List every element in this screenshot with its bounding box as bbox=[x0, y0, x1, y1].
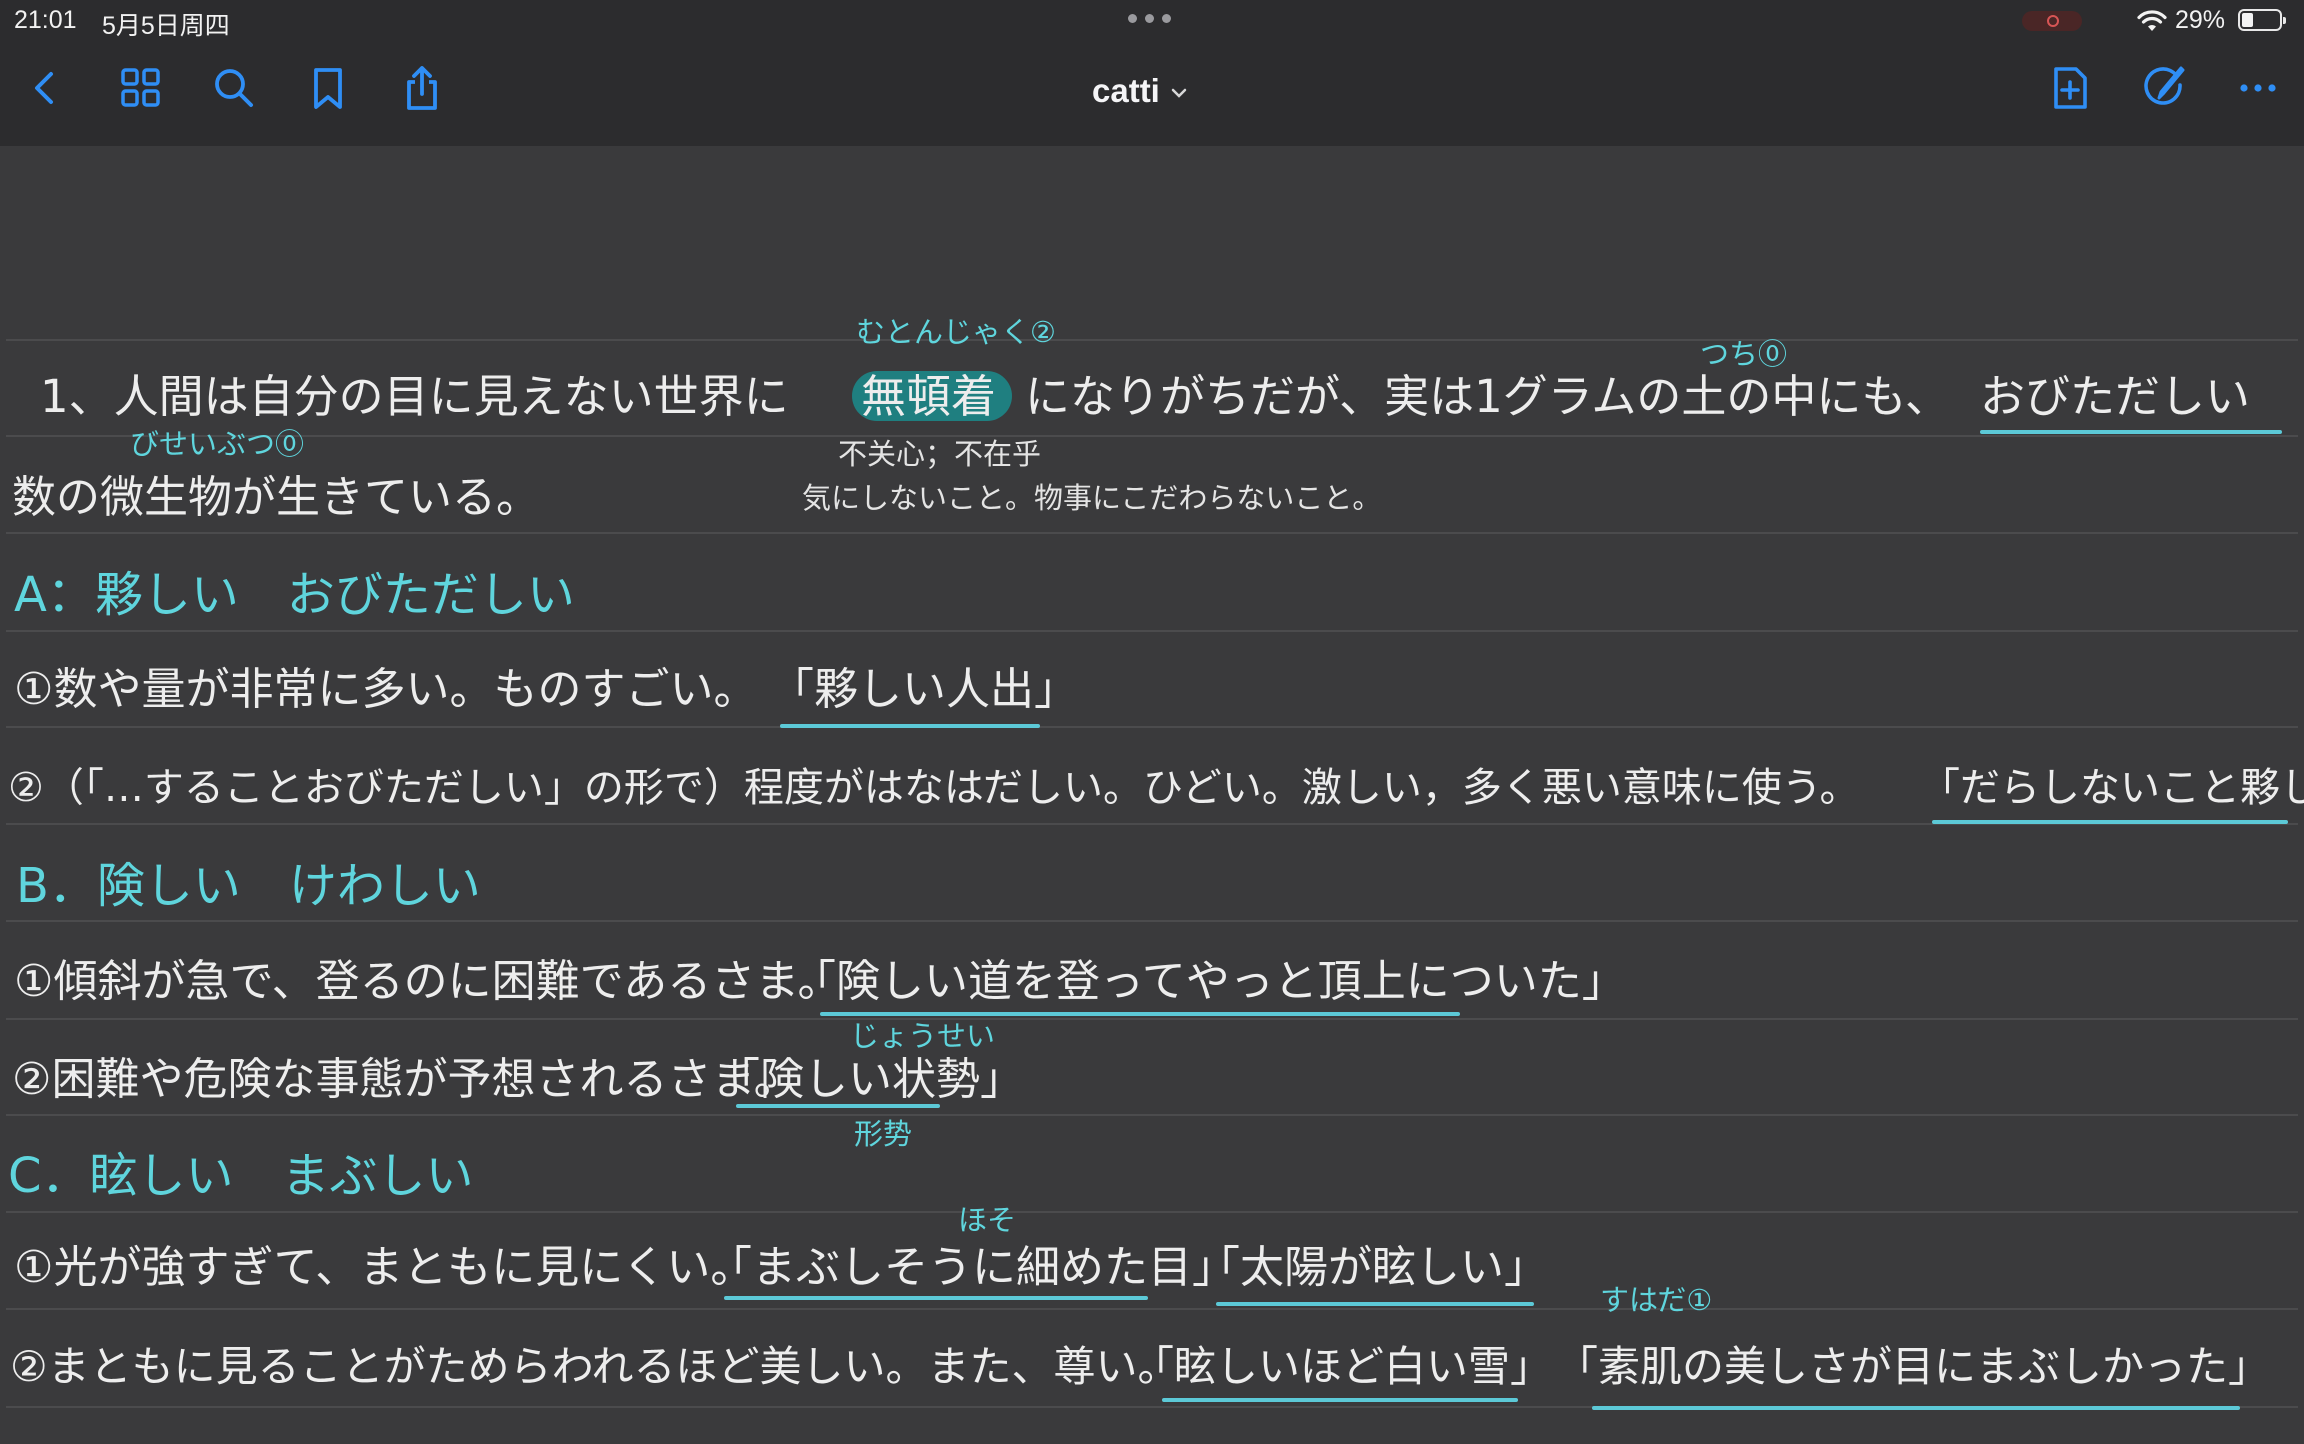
ruled-line bbox=[6, 920, 2298, 922]
section-heading-a: A：夥しい おびただしい bbox=[14, 567, 575, 623]
back-chevron-icon bbox=[35, 72, 53, 104]
ruled-line bbox=[6, 630, 2298, 632]
underline bbox=[1592, 1406, 2240, 1410]
bookmark-icon bbox=[314, 68, 342, 109]
reading-annotation: すはだ① bbox=[1600, 1283, 1713, 1317]
reading-annotation: ほそ bbox=[958, 1203, 1017, 1237]
example-b2: 「険しい状勢」 bbox=[716, 1054, 1024, 1105]
ruled-line bbox=[6, 726, 2298, 728]
multitasking-dots-icon[interactable] bbox=[1128, 14, 1171, 23]
gloss-annotation: 形势 bbox=[854, 1117, 913, 1151]
sentence-1-text: 1、人間は自分の目に見えない世界に bbox=[40, 370, 789, 423]
underline bbox=[724, 1296, 1148, 1300]
wifi-icon bbox=[2137, 10, 2167, 31]
example-c2: 「素肌の美しさが目にまぶしかった」 bbox=[1556, 1342, 2271, 1391]
reading-annotation: つち⓪ bbox=[1700, 337, 1788, 371]
underline bbox=[736, 1104, 940, 1108]
underline bbox=[1162, 1398, 1518, 1402]
add-page-button[interactable] bbox=[2044, 62, 2096, 114]
bookmark-button[interactable] bbox=[302, 62, 354, 114]
ruled-line bbox=[6, 1114, 2298, 1116]
example-c1: 「まぶしそうに細めた目」 bbox=[708, 1242, 1236, 1293]
battery-icon bbox=[2238, 9, 2286, 31]
example-a2: 「だらしないこと夥しい」 bbox=[1920, 765, 2304, 811]
ruled-line bbox=[6, 435, 2298, 437]
reading-annotation: びせいぶつ⓪ bbox=[130, 427, 305, 461]
document-title: catti bbox=[1092, 72, 1160, 109]
document-title-button[interactable]: catti bbox=[1092, 72, 1188, 110]
status-time: 21:01 bbox=[14, 6, 77, 34]
more-icon bbox=[2240, 84, 2276, 92]
example-a1: 「夥しい人出」 bbox=[770, 664, 1078, 715]
section-heading-b: B．険しい けわしい bbox=[16, 858, 481, 914]
share-icon bbox=[407, 66, 437, 110]
example-b1: 「険しい道を登ってやっと頂上についた」 bbox=[792, 956, 1626, 1007]
ruled-line bbox=[6, 1018, 2298, 1020]
sentence-1-line-2: 数の微生物が生きている。 bbox=[12, 472, 540, 523]
thumbnails-button[interactable] bbox=[115, 62, 167, 114]
ruled-line bbox=[6, 1308, 2298, 1310]
sentence-1-text: になりがちだが、実は1グラムの土の中にも、 bbox=[1025, 370, 1951, 423]
highlighted-word: 無頓着 bbox=[861, 370, 997, 423]
underline bbox=[1932, 820, 2288, 824]
underline bbox=[1980, 430, 2282, 434]
search-button[interactable] bbox=[208, 62, 260, 114]
share-button[interactable] bbox=[396, 62, 448, 114]
reading-annotation: じょうせい bbox=[850, 1019, 996, 1053]
toolbar: catti bbox=[0, 42, 2304, 146]
definition-b2: ②困難や危険な事態が予想されるさま。 bbox=[12, 1054, 798, 1105]
definition-c1: ①光が強すぎて、まともに見にくい。 bbox=[14, 1242, 755, 1293]
more-button[interactable] bbox=[2232, 62, 2284, 114]
example-c1: 「太陽が眩しい」 bbox=[1196, 1242, 1548, 1293]
search-icon bbox=[215, 69, 253, 107]
ruled-line bbox=[6, 1211, 2298, 1213]
underline bbox=[1216, 1302, 1534, 1306]
gloss-annotation: 気にしないこと。物事にこだわらないこと。 bbox=[802, 481, 1382, 515]
ruled-line bbox=[6, 532, 2298, 534]
underline bbox=[820, 1012, 1460, 1016]
markup-button[interactable] bbox=[2138, 62, 2190, 114]
screen-record-indicator-icon bbox=[2022, 11, 2082, 31]
add-page-icon bbox=[2054, 67, 2087, 109]
battery-percent: 29% bbox=[2175, 6, 2226, 34]
definition-a1: ①数や量が非常に多い。ものすごい。 bbox=[14, 664, 758, 715]
status-bar: 21:01 5月5日周四 29% bbox=[0, 0, 2304, 42]
definition-a2: ②（「…することおびただしい」の形で）程度がはなはだしい。ひどい。激しい，多く悪… bbox=[8, 765, 1860, 811]
note-page[interactable]: むとんじゃく② つち⓪ 1、人間は自分の目に見えない世界に 無頓着 になりがちだ… bbox=[0, 146, 2304, 1444]
underline bbox=[780, 724, 1040, 728]
example-c2: 「眩しいほど白い雪」 bbox=[1132, 1342, 1553, 1391]
reading-annotation: むとんじゃく② bbox=[856, 315, 1056, 349]
definition-b1: ①傾斜が急で、登るのに困難であるさま。 bbox=[14, 956, 842, 1007]
gloss-annotation: 不关心；不在乎 bbox=[838, 437, 1042, 471]
definition-c2: ②まともに見ることがためらわれるほど美しい。また、尊い。 bbox=[10, 1342, 1180, 1391]
status-date: 5月5日周四 bbox=[102, 12, 230, 40]
ruled-line bbox=[6, 339, 2298, 341]
grid-icon bbox=[121, 68, 160, 107]
back-button[interactable] bbox=[20, 62, 72, 114]
chevron-down-icon bbox=[1171, 88, 1187, 98]
markup-pencil-icon bbox=[2144, 66, 2185, 105]
section-heading-c: C．眩しい まぶしい bbox=[8, 1148, 474, 1204]
underlined-word: おびただしい bbox=[1980, 370, 2251, 423]
